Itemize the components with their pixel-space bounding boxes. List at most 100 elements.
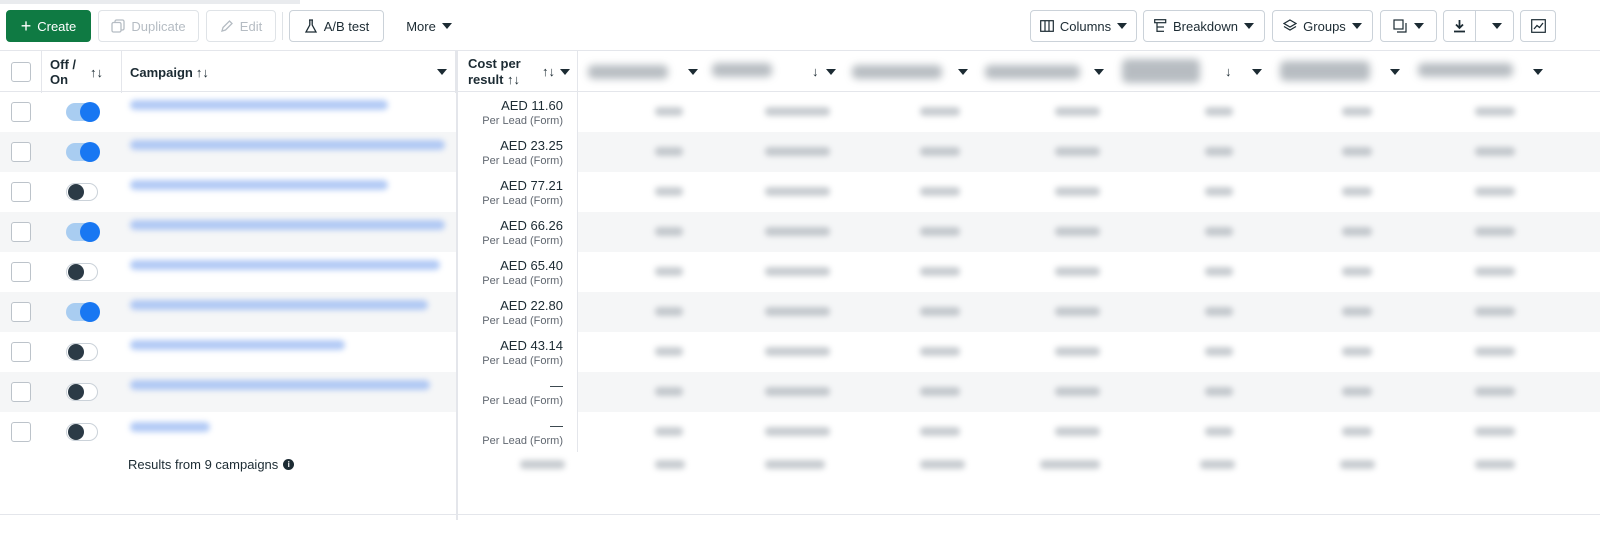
more-button[interactable]: More <box>396 10 462 42</box>
download-icon-wrap <box>1444 11 1476 41</box>
campaign-toggle[interactable] <box>66 302 100 322</box>
layers-icon <box>1283 19 1298 31</box>
export-dropdown[interactable] <box>1482 11 1513 41</box>
campaign-toggle[interactable] <box>66 343 98 361</box>
blurred-header <box>1418 63 1513 77</box>
toolbar-divider <box>282 12 283 40</box>
sort-icon[interactable]: ↑↓ <box>507 72 520 87</box>
breakdown-button[interactable]: Breakdown <box>1143 10 1265 42</box>
row-checkbox[interactable] <box>11 302 31 322</box>
chevron-down-icon[interactable] <box>688 69 698 75</box>
table-row[interactable]: AED 65.40 Per Lead (Form) <box>0 252 1600 292</box>
blurred-metric <box>1055 267 1100 276</box>
edit-button[interactable]: Edit <box>206 10 276 42</box>
campaign-name-link[interactable] <box>130 140 445 150</box>
chevron-down-icon[interactable] <box>437 69 447 75</box>
chevron-down-icon <box>1351 23 1362 29</box>
table-row[interactable]: AED 22.80 Per Lead (Form) <box>0 292 1600 332</box>
sort-icon[interactable]: ↑↓ <box>542 64 555 79</box>
chevron-down-icon <box>1117 23 1128 29</box>
table-row[interactable]: AED 66.26 Per Lead (Form) <box>0 212 1600 252</box>
chevron-down-icon <box>1414 23 1424 29</box>
row-checkbox[interactable] <box>11 182 31 202</box>
duplicate-icon <box>111 19 126 33</box>
row-checkbox[interactable] <box>11 142 31 162</box>
campaign-toggle[interactable] <box>66 183 98 201</box>
chevron-down-icon[interactable] <box>1533 69 1543 75</box>
blurred-metric <box>765 107 830 116</box>
blurred-metric <box>765 187 830 196</box>
columns-icon <box>1039 20 1054 32</box>
chevron-down-icon[interactable] <box>958 69 968 75</box>
duplicate-button[interactable]: Duplicate <box>98 10 199 42</box>
blurred-metric <box>1205 147 1233 156</box>
reports-button[interactable] <box>1380 10 1437 42</box>
campaign-name-link[interactable] <box>130 340 345 350</box>
blurred-metric <box>1055 107 1100 116</box>
chart-toggle-button[interactable] <box>1520 10 1556 42</box>
chevron-down-icon[interactable] <box>1094 69 1104 75</box>
table-row[interactable]: AED 43.14 Per Lead (Form) <box>0 332 1600 372</box>
campaign-name-link[interactable] <box>130 220 445 230</box>
create-button[interactable]: + Create <box>6 10 91 42</box>
table-row[interactable]: AED 77.21 Per Lead (Form) <box>0 172 1600 212</box>
header-off-on[interactable]: Off / On ↑↓ <box>42 51 122 93</box>
campaign-toggle[interactable] <box>66 423 98 441</box>
blurred-metric <box>1475 107 1515 116</box>
blurred-metric <box>1205 427 1233 436</box>
cost-value: — <box>550 418 563 433</box>
campaign-name-link[interactable] <box>130 180 388 190</box>
campaign-toggle[interactable] <box>66 102 100 122</box>
arrow-down-icon: ↓ <box>1225 64 1232 79</box>
columns-button[interactable]: Columns <box>1030 10 1137 42</box>
sort-icon[interactable]: ↑↓ <box>196 65 209 80</box>
table-row[interactable]: AED 23.25 Per Lead (Form) <box>0 132 1600 172</box>
campaign-name-link[interactable] <box>130 260 440 270</box>
header-campaign-label: Campaign <box>130 64 193 80</box>
blurred-metric <box>1205 307 1233 316</box>
blurred-metric <box>1055 427 1100 436</box>
ab-test-label: A/B test <box>323 18 370 34</box>
row-checkbox[interactable] <box>11 262 31 282</box>
blurred-metric <box>1205 107 1233 116</box>
ab-test-button[interactable]: A/B test <box>289 10 384 42</box>
campaign-name-link[interactable] <box>130 300 428 310</box>
blurred-metric <box>655 307 683 316</box>
campaign-toggle[interactable] <box>66 142 100 162</box>
row-checkbox[interactable] <box>11 422 31 442</box>
groups-button[interactable]: Groups <box>1272 10 1373 42</box>
chevron-down-icon <box>1244 23 1255 29</box>
chevron-down-icon[interactable] <box>560 69 570 75</box>
cost-unit: Per Lead (Form) <box>482 115 563 127</box>
row-checkbox[interactable] <box>11 102 31 122</box>
table-row[interactable]: — Per Lead (Form) <box>0 412 1600 452</box>
campaign-toggle[interactable] <box>66 263 98 281</box>
frozen-column-divider <box>456 50 458 520</box>
blurred-total <box>765 460 825 469</box>
cost-per-result-cell: AED 11.60 Per Lead (Form) <box>458 92 578 132</box>
campaign-toggle[interactable] <box>66 222 100 242</box>
row-checkbox[interactable] <box>11 382 31 402</box>
chevron-down-icon[interactable] <box>826 69 836 75</box>
campaign-toggle[interactable] <box>66 383 98 401</box>
export-button[interactable] <box>1443 10 1514 42</box>
table-row[interactable]: — Per Lead (Form) <box>0 372 1600 412</box>
row-checkbox[interactable] <box>11 222 31 242</box>
header-cost-per-result[interactable]: Cost per result ↑↓ ↑↓ <box>458 51 578 93</box>
sort-icon[interactable]: ↑↓ <box>90 65 103 80</box>
chevron-down-icon[interactable] <box>1390 69 1400 75</box>
campaign-name-link[interactable] <box>130 422 210 432</box>
campaign-name-link[interactable] <box>130 380 430 390</box>
row-checkbox[interactable] <box>11 342 31 362</box>
info-icon[interactable]: i <box>283 459 295 470</box>
table-row[interactable]: AED 11.60 Per Lead (Form) <box>0 92 1600 132</box>
header-campaign[interactable]: Campaign ↑↓ <box>122 51 456 93</box>
cost-per-result-cell: AED 23.25 Per Lead (Form) <box>458 132 578 172</box>
blurred-metric <box>1342 387 1372 396</box>
campaign-name-link[interactable] <box>130 100 388 110</box>
select-all-checkbox[interactable] <box>10 62 31 82</box>
blurred-metric <box>655 147 683 156</box>
blurred-metric <box>765 227 830 236</box>
chevron-down-icon[interactable] <box>1252 69 1262 75</box>
cost-value: AED 77.21 <box>500 178 563 193</box>
